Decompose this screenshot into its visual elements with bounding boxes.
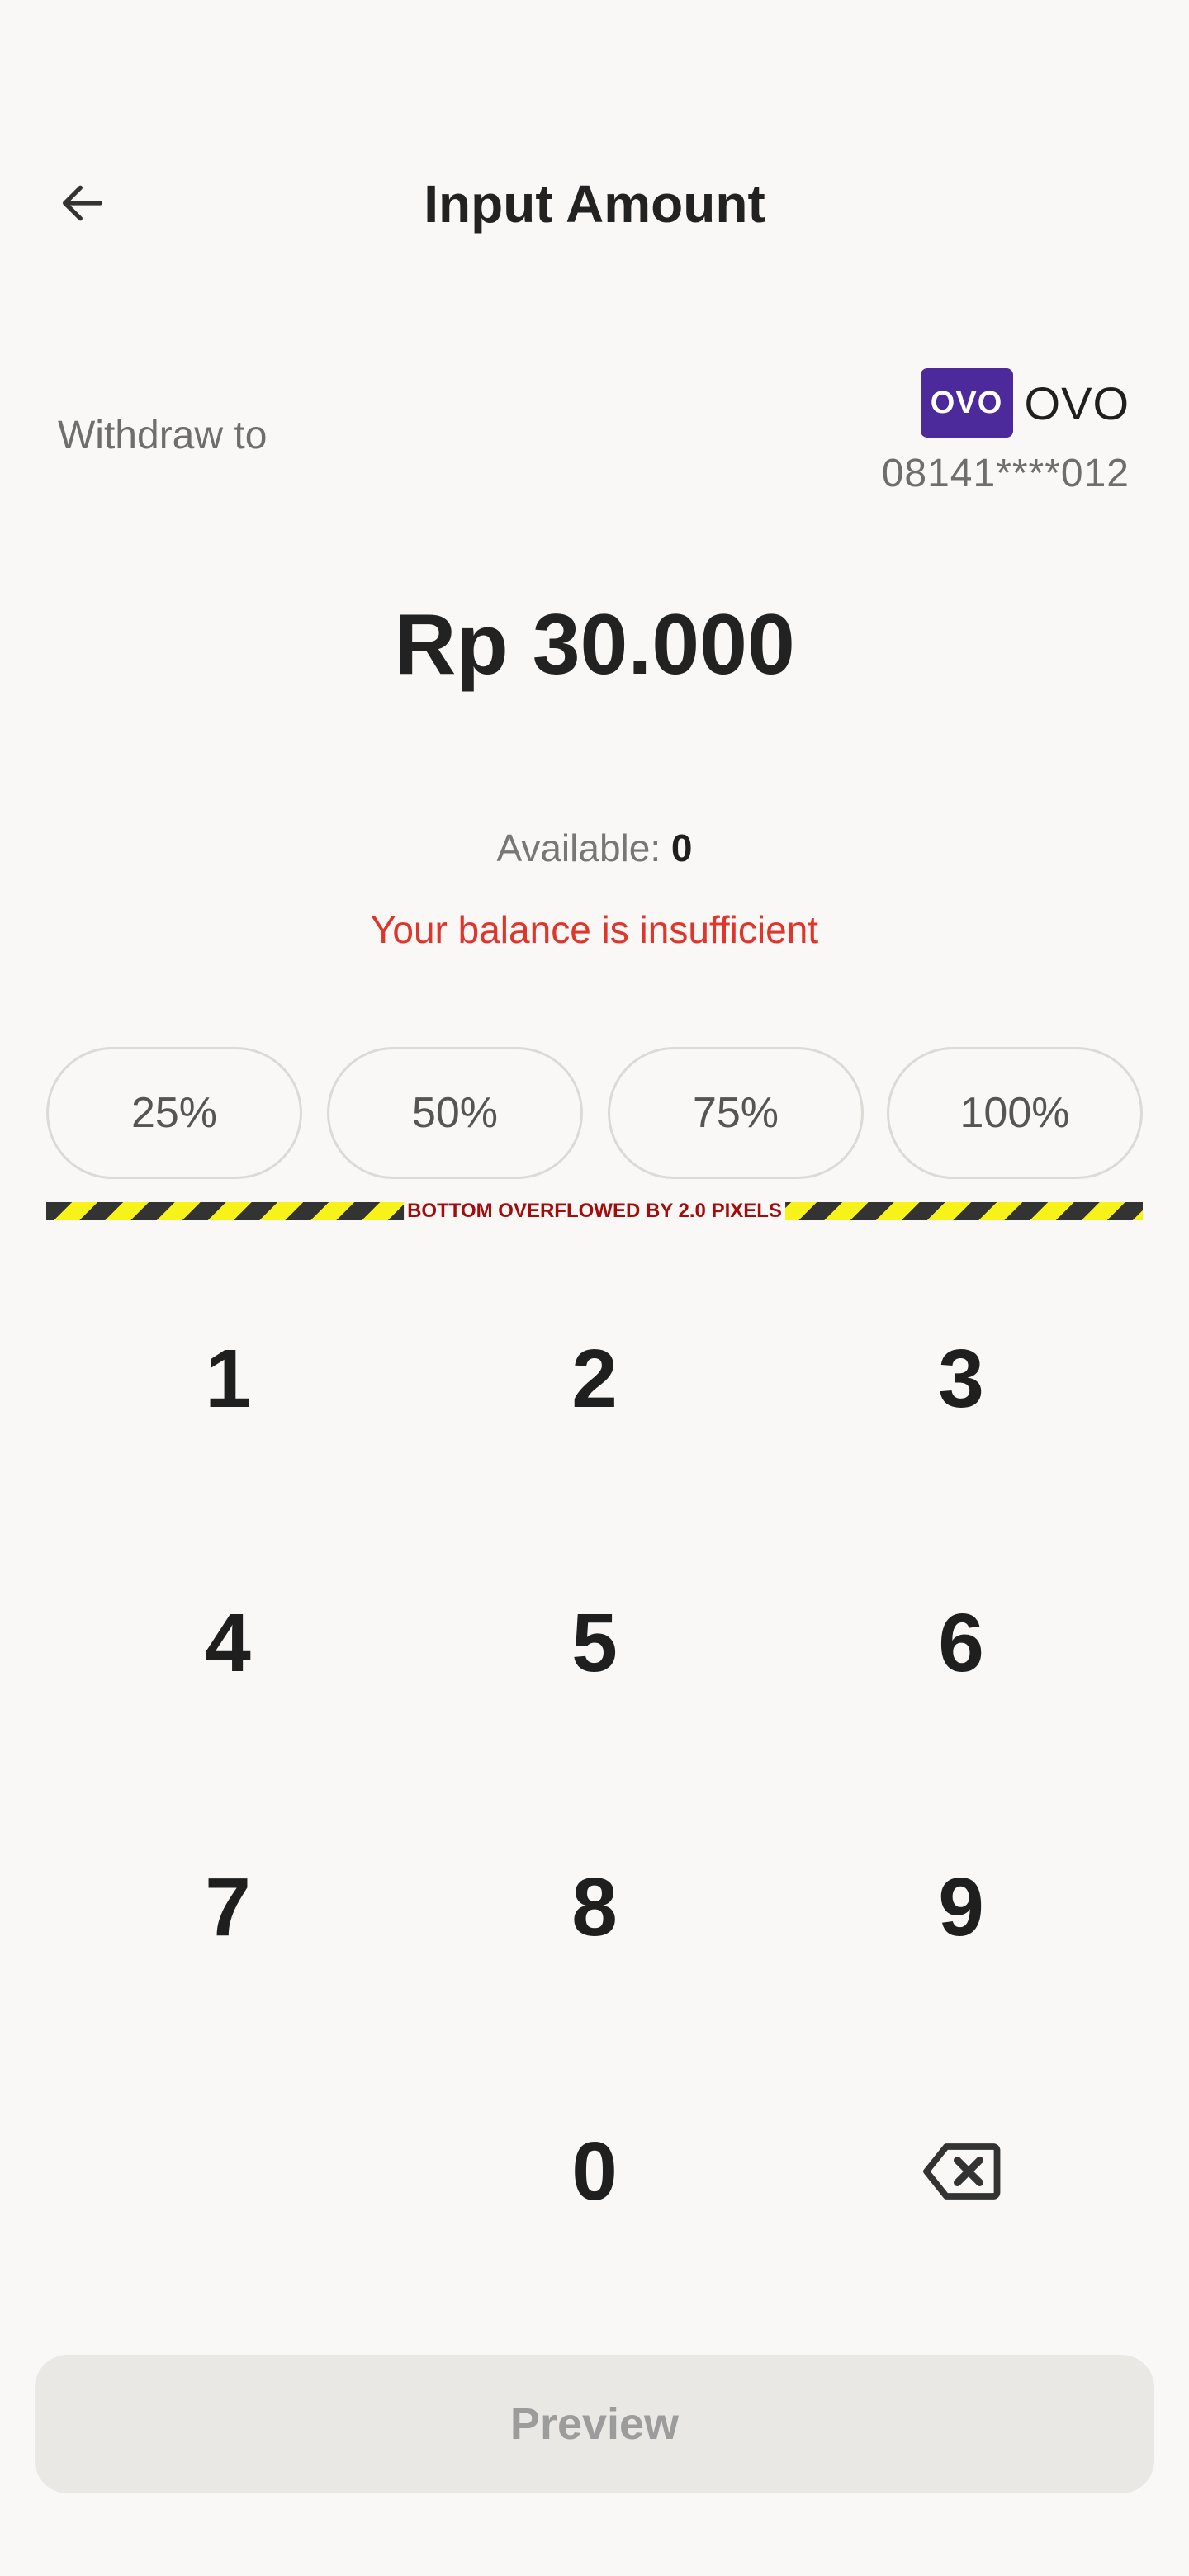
- available-label: Available:: [496, 826, 661, 869]
- account-number: 08141****012: [881, 452, 1130, 495]
- header: Input Amount: [0, 149, 1189, 256]
- key-5[interactable]: 5: [421, 1519, 768, 1767]
- backspace-icon: [923, 2143, 1001, 2200]
- ovo-logo: OVO: [920, 368, 1013, 438]
- chip-100-percent[interactable]: 100%: [887, 1047, 1143, 1179]
- percent-chips: 25% 50% 75% 100%: [46, 1047, 1143, 1179]
- preview-button[interactable]: Preview: [35, 2355, 1154, 2493]
- key-1[interactable]: 1: [54, 1255, 401, 1503]
- amount-display: Rp 30.000: [394, 597, 795, 693]
- key-4[interactable]: 4: [54, 1519, 401, 1767]
- key-9[interactable]: 9: [788, 1783, 1135, 2031]
- payout-destination: OVO OVO: [920, 368, 1130, 438]
- overflow-warning-stripe: BOTTOM OVERFLOWED BY 2.0 PIXELS: [46, 1199, 1143, 1224]
- key-0[interactable]: 0: [421, 2048, 768, 2295]
- withdraw-amount-screen: Input Amount Withdraw to OVO OVO 08141**…: [0, 0, 1189, 2576]
- key-8[interactable]: 8: [421, 1783, 768, 2031]
- page-title: Input Amount: [424, 174, 765, 234]
- chip-75-percent[interactable]: 75%: [608, 1047, 864, 1179]
- chip-25-percent[interactable]: 25%: [46, 1047, 302, 1179]
- chip-50-percent[interactable]: 50%: [327, 1047, 583, 1179]
- key-6[interactable]: 6: [788, 1519, 1135, 1767]
- key-2[interactable]: 2: [421, 1255, 768, 1503]
- ovo-brand-name: OVO: [1024, 376, 1130, 429]
- overflow-warning-text: BOTTOM OVERFLOWED BY 2.0 PIXELS: [404, 1199, 785, 1224]
- numeric-keypad: 1 2 3 4 5 6 7 8 9 0: [0, 1255, 1189, 2312]
- available-value: 0: [670, 826, 693, 869]
- insufficient-balance-error: Your balance is insufficient: [370, 908, 819, 951]
- withdraw-to-label: Withdraw to: [58, 414, 268, 457]
- available-balance: Available: 0: [0, 826, 1189, 870]
- key-7[interactable]: 7: [54, 1783, 401, 2031]
- key-3[interactable]: 3: [788, 1255, 1135, 1503]
- backspace-button[interactable]: [788, 2048, 1135, 2295]
